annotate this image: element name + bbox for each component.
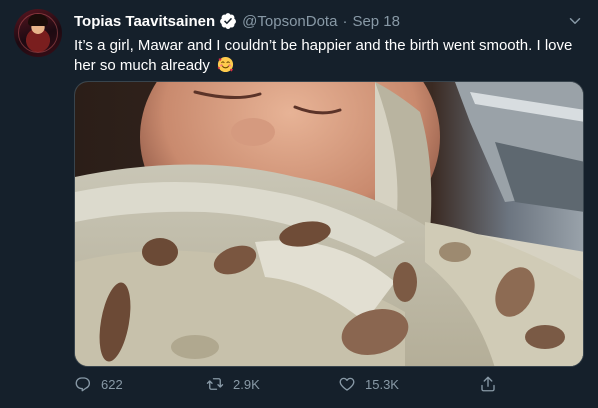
like-button[interactable]: 15.3K <box>338 375 399 393</box>
reply-count: 622 <box>101 376 123 392</box>
smiling-face-with-hearts-icon <box>217 56 234 73</box>
retweet-icon <box>206 378 224 390</box>
tweet-card[interactable]: Topias Taavitsainen @TopsonDota · Sep 18… <box>0 0 598 408</box>
tweet-photo[interactable] <box>74 81 584 367</box>
tweet-body: It’s a girl, Mawar and I couldn’t be hap… <box>74 37 573 74</box>
retweet-count: 2.9K <box>233 376 260 392</box>
reply-button[interactable]: 622 <box>74 375 123 393</box>
user-handle[interactable]: @TopsonDota <box>242 13 337 30</box>
tweet-text: It’s a girl, Mawar and I couldn’t be hap… <box>74 36 574 76</box>
avatar-hair <box>28 14 48 26</box>
tweet-date[interactable]: Sep 18 <box>352 13 400 30</box>
tweet-actions: 622 2.9K 15.3K <box>74 375 504 399</box>
avatar[interactable] <box>14 9 62 57</box>
verified-badge-icon <box>220 13 237 29</box>
heart-icon <box>339 377 355 391</box>
baby-photo-image <box>75 82 583 366</box>
share-button[interactable] <box>479 375 506 393</box>
separator-dot: · <box>342 12 348 30</box>
share-icon <box>481 376 495 392</box>
display-name[interactable]: Topias Taavitsainen <box>74 13 215 30</box>
chevron-down-icon[interactable] <box>566 12 584 30</box>
reply-icon <box>75 377 90 392</box>
like-count: 15.3K <box>365 376 399 392</box>
retweet-button[interactable]: 2.9K <box>206 375 260 393</box>
tweet-header: Topias Taavitsainen @TopsonDota · Sep 18 <box>74 11 400 31</box>
